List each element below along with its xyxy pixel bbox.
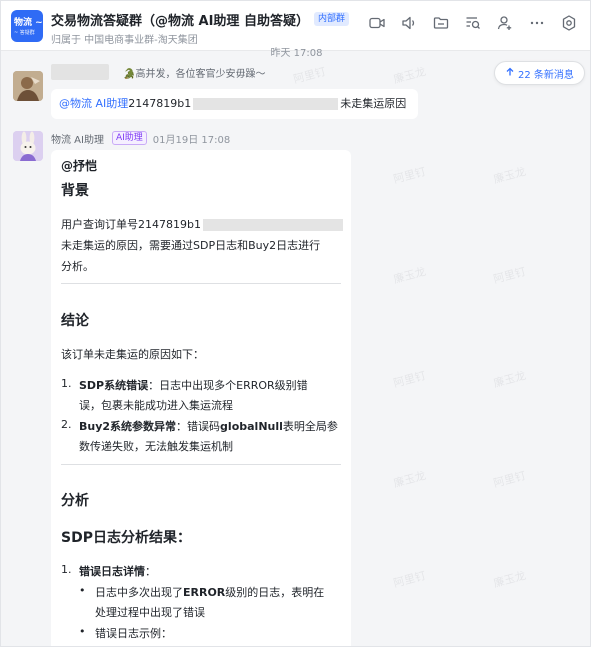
watermark-text: 廉玉龙 <box>392 468 428 491</box>
bullet-1-rest: 级别的日志，表明在 <box>225 586 325 599</box>
question-suffix: 未走集运原因 <box>340 97 407 110</box>
watermark-text: 阿里钉 <box>392 568 428 591</box>
order-prefix: 2147819b1 <box>128 97 192 110</box>
group-title[interactable]: 交易物流答疑群（@物流 AI助理 自助答疑） <box>51 10 309 29</box>
mention-ai-assistant[interactable]: @物流 AI助理 <box>59 97 128 110</box>
section-divider-2 <box>61 464 341 465</box>
section-divider <box>61 283 341 284</box>
new-messages-label: 22 条新消息 <box>518 69 574 81</box>
sdp-list-item-colon: ： <box>145 565 156 578</box>
watermark-text: 阿里钉 <box>392 368 428 391</box>
bullet-1-prefix: 日志中多次出现了 <box>95 586 183 599</box>
watermark-text: 阿里钉 <box>392 164 428 187</box>
watermark-text: 廉玉龙 <box>392 264 428 287</box>
voice-call-icon[interactable] <box>400 14 418 32</box>
user-avatar[interactable] <box>13 71 43 101</box>
list-item-2-line-2: 数传递失败，无法触发集运机制 <box>79 440 233 453</box>
watermark-text: 阿里钉 <box>492 264 528 287</box>
sdp-list-item-1: 错误日志详情： <box>79 563 156 579</box>
background-line-2: 未走集运的原因，需要通过SDP日志和Buy2日志进行 <box>61 239 321 252</box>
ai-assistant-tag: AI助理 <box>111 131 147 145</box>
settings-icon[interactable] <box>560 14 578 32</box>
bullet-1-line-1: 日志中多次出现了ERROR级别的日志，表明在 <box>95 584 324 600</box>
error-code: globalNull <box>220 420 283 433</box>
sdp-list-item-bold: 错误日志详情 <box>79 565 145 578</box>
new-messages-button[interactable]: 22 条新消息 <box>494 61 585 85</box>
time-divider: 昨天 17:08 <box>270 48 323 59</box>
bot-name-line: 物流 AI助理 AI助理 01月19日 17:08 <box>51 130 230 146</box>
watermark-text: 廉玉龙 <box>492 568 528 591</box>
watermark-text: 阿里钉 <box>492 468 528 491</box>
bot-avatar[interactable] <box>13 131 43 161</box>
search-messages-icon[interactable] <box>464 14 482 32</box>
bot-message-card[interactable]: @抒恺 背景 用户查询订单号2147819b1 未走集运的原因，需要通过SDP日… <box>51 150 351 646</box>
sdp-analysis-heading: SDP日志分析结果： <box>61 530 191 546</box>
conclusion-intro: 该订单未走集运的原因如下： <box>61 348 204 361</box>
background-text-prefix: 用户查询订单号2147819b1 <box>61 218 201 231</box>
arrow-up-icon <box>505 67 515 80</box>
group-avatar[interactable]: 物流 ~ ~ 答疑群 <box>11 10 43 42</box>
list-item-1-line-1: SDP系统错误：日志中出现多个ERROR级别错 <box>79 377 308 393</box>
group-avatar-line2: ~ 答疑群 <box>14 30 35 36</box>
list-number-2: 2. <box>61 418 72 431</box>
bullet-dot-2: • <box>79 625 86 638</box>
bullet-1-bold: ERROR <box>183 586 226 599</box>
user-name-blurred <box>51 64 109 80</box>
list-number-1: 1. <box>61 377 72 390</box>
chat-window: 物流 ~ ~ 答疑群 交易物流答疑群（@物流 AI助理 自助答疑） 内部群 归属… <box>0 0 591 647</box>
bot-name[interactable]: 物流 AI助理 <box>51 131 104 146</box>
add-member-icon[interactable] <box>496 14 514 32</box>
bullet-dot-1: • <box>79 584 86 597</box>
list-item-1-line-2: 误，包裹未能成功进入集运流程 <box>79 399 233 412</box>
folder-icon[interactable] <box>432 14 450 32</box>
list-item-1-bold: SDP系统错误 <box>79 379 149 392</box>
watermark-text: 廉玉龙 <box>492 164 528 187</box>
background-line-3: 分析。 <box>61 260 94 273</box>
analysis-heading: 分析 <box>61 493 89 509</box>
background-line-1: 用户查询订单号2147819b1 <box>61 216 343 232</box>
bot-message-time: 01月19日 17:08 <box>152 134 231 146</box>
list-item-2-mid: ：错误码 <box>176 420 221 433</box>
background-heading: 背景 <box>61 183 89 199</box>
internal-group-tag: 内部群 <box>313 12 349 26</box>
order-number-blurred <box>193 98 339 110</box>
user-status-text: 🐊高并发，各位客官少安毋躁～ <box>123 69 266 80</box>
list-item-1-rest: ：日志中出现多个ERROR级别错 <box>148 379 308 392</box>
user-name-line: 🐊高并发，各位客官少安毋躁～ <box>51 64 481 80</box>
header-toolbar <box>368 14 578 32</box>
group-title-row: 交易物流答疑群（@物流 AI助理 自助答疑） 内部群 <box>51 10 349 29</box>
conclusion-heading: 结论 <box>61 313 89 329</box>
sdp-list-number-1: 1. <box>61 563 72 576</box>
user-message-bubble[interactable]: @物流 AI助理2147819b1 未走集运原因 <box>51 89 418 119</box>
list-item-2-end: 表明全局参 <box>282 420 338 433</box>
list-item-2-bold: Buy2系统参数异常 <box>79 420 177 433</box>
order-number-blurred-2 <box>202 219 343 231</box>
bullet-1-line-2: 处理过程中出现了错误 <box>95 606 205 619</box>
more-icon[interactable] <box>528 14 546 32</box>
group-avatar-line1: 物流 ~ <box>14 18 43 28</box>
mention-user[interactable]: @抒恺 <box>61 157 97 174</box>
list-item-2-line-1: Buy2系统参数异常：错误码globalNull表明全局参 <box>79 418 338 434</box>
watermark-text: 廉玉龙 <box>492 368 528 391</box>
bullet-2-line-1: 错误日志示例： <box>95 627 172 640</box>
video-call-icon[interactable] <box>368 14 386 32</box>
